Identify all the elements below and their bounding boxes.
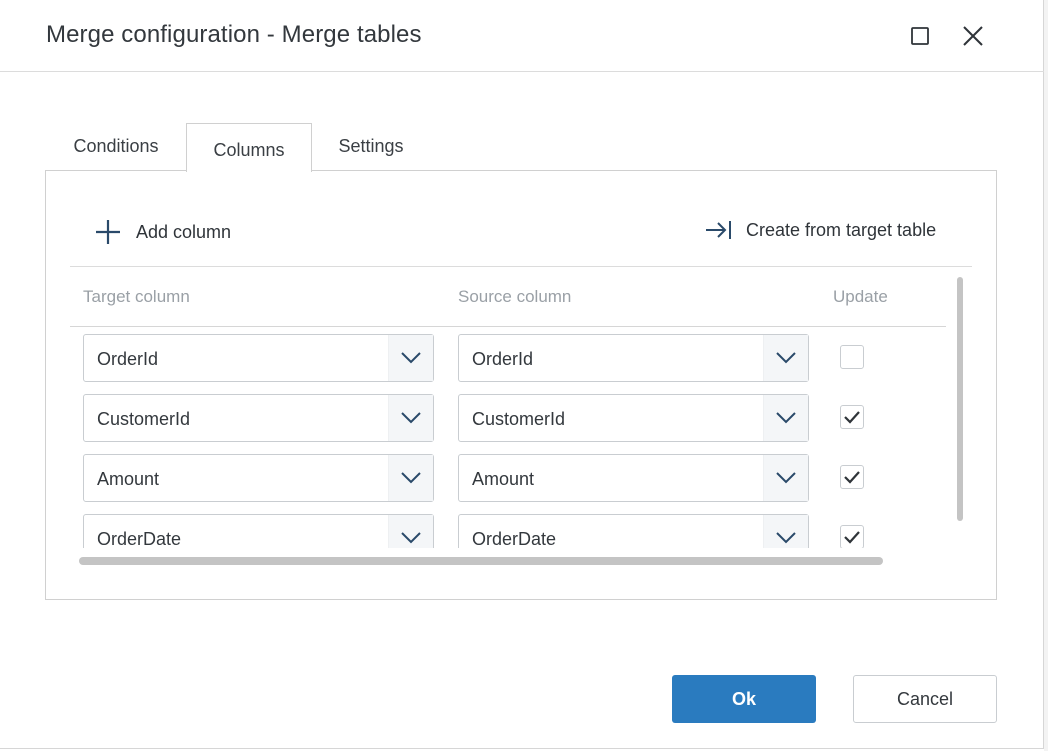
header-target-column: Target column — [83, 287, 190, 306]
source-column-select[interactable]: OrderDate — [458, 514, 809, 548]
table-row: Amount Amount — [70, 454, 948, 502]
target-column-value: CustomerId — [97, 409, 191, 429]
update-checkbox[interactable] — [840, 525, 864, 548]
columns-grid[interactable]: Target column Source column Update Order… — [70, 267, 948, 548]
target-column-select[interactable]: OrderId — [83, 334, 434, 382]
update-checkbox[interactable] — [840, 345, 864, 369]
dialog-title: Merge configuration - Merge tables — [46, 21, 422, 48]
vertical-scrollbar[interactable] — [957, 277, 963, 521]
checkmark-icon — [844, 531, 860, 544]
maximize-icon — [911, 27, 929, 45]
target-column-value: OrderId — [97, 349, 159, 369]
title-divider — [0, 71, 1044, 72]
source-column-select[interactable]: OrderId — [458, 334, 809, 382]
tab-conditions[interactable]: Conditions — [46, 123, 186, 170]
source-column-value: OrderDate — [472, 529, 557, 548]
maximize-button[interactable] — [906, 22, 934, 50]
header-update: Update — [833, 287, 888, 306]
chevron-down-icon — [763, 395, 808, 441]
target-column-select[interactable]: CustomerId — [83, 394, 434, 442]
checkmark-icon — [844, 411, 860, 424]
update-checkbox[interactable] — [840, 465, 864, 489]
source-column-select[interactable]: CustomerId — [458, 394, 809, 442]
table-row: OrderDate OrderDate — [70, 514, 948, 548]
add-column-button[interactable]: Add column — [94, 218, 231, 246]
header-divider — [70, 326, 946, 327]
source-column-select[interactable]: Amount — [458, 454, 809, 502]
chevron-down-icon — [388, 515, 433, 548]
source-column-value: Amount — [472, 469, 535, 489]
plus-icon — [96, 220, 120, 244]
grid-header-row: Target column Source column Update — [70, 267, 948, 326]
chevron-down-icon — [763, 335, 808, 381]
columns-panel: Add column Create from target table Targ… — [45, 170, 997, 600]
create-from-target-table-label: Create from target table — [746, 219, 937, 240]
header-source-column: Source column — [458, 287, 572, 306]
checkmark-icon — [844, 471, 860, 484]
chevron-down-icon — [763, 455, 808, 501]
target-column-value: Amount — [97, 469, 160, 489]
table-row: CustomerId CustomerId — [70, 394, 948, 442]
background-strip — [1044, 0, 1048, 751]
target-column-select[interactable]: OrderDate — [83, 514, 434, 548]
source-column-value: CustomerId — [472, 409, 566, 429]
horizontal-scrollbar[interactable] — [79, 557, 883, 565]
target-column-select[interactable]: Amount — [83, 454, 434, 502]
arrow-to-bar-icon — [706, 221, 731, 239]
ok-button[interactable]: Ok — [672, 675, 816, 723]
chevron-down-icon — [763, 515, 808, 548]
table-row: OrderId OrderId — [70, 334, 948, 382]
close-button[interactable] — [959, 22, 987, 50]
close-icon — [963, 26, 983, 46]
tab-settings[interactable]: Settings — [312, 123, 430, 170]
update-checkbox[interactable] — [840, 405, 864, 429]
create-from-target-table-button[interactable]: Create from target table — [704, 218, 936, 242]
chevron-down-icon — [388, 395, 433, 441]
chevron-down-icon — [388, 455, 433, 501]
source-column-value: OrderId — [472, 349, 534, 369]
merge-configuration-dialog: Merge configuration - Merge tables Condi… — [0, 0, 1044, 749]
tab-columns[interactable]: Columns — [186, 123, 312, 172]
cancel-button[interactable]: Cancel — [853, 675, 997, 723]
chevron-down-icon — [388, 335, 433, 381]
add-column-label: Add column — [136, 221, 232, 242]
target-column-value: OrderDate — [97, 529, 182, 548]
